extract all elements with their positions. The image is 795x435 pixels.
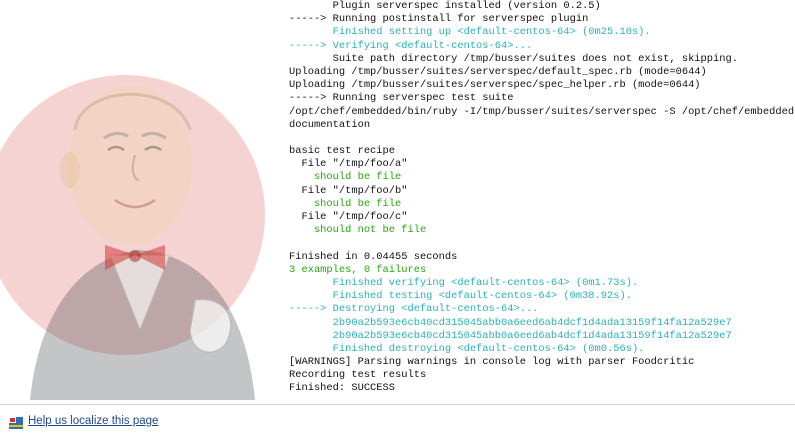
console-log: Plugin serverspec installed (version 0.2… <box>289 0 795 396</box>
page-footer: Help us localize this page <box>0 404 795 435</box>
console-line: Finished testing <default-centos-64> (0m… <box>289 290 632 303</box>
console-line: Finished: SUCCESS <box>289 382 396 395</box>
console-line: Finished in 0.04455 seconds <box>289 250 458 263</box>
console-line: Recording test results <box>289 369 427 382</box>
console-line: -----> Running serverspec test suite <box>289 92 514 105</box>
console-line: Suite path directory /tmp/busser/suites … <box>289 52 738 65</box>
console-line: basic test recipe <box>289 145 396 158</box>
console-line: should be file <box>289 197 402 210</box>
console-line: documentation <box>289 118 371 131</box>
console-output: Plugin serverspec installed (version 0.2… <box>289 0 795 400</box>
console-line: File "/tmp/foo/c" <box>289 211 408 223</box>
console-line: Uploading /tmp/busser/suites/serverspec/… <box>289 65 707 78</box>
help-localize-link[interactable]: Help us localize this page <box>28 415 158 427</box>
console-line: Plugin serverspec installed (version 0.2… <box>289 0 601 12</box>
console-line: -----> Verifying <default-centos-64>... <box>289 39 533 52</box>
console-line: 2b90a2b593e6cb40cd315045abb0a6eed6ab4dcf… <box>289 316 732 329</box>
jenkins-butler-logo <box>0 0 290 400</box>
flag-icon <box>9 417 23 429</box>
console-line: [WARNINGS] Parsing warnings in console l… <box>289 356 695 369</box>
console-line: -----> Destroying <default-centos-64>... <box>289 303 539 316</box>
console-line: should be file <box>289 171 402 184</box>
console-line: /opt/chef/embedded/bin/ruby -I/tmp/busse… <box>289 105 795 118</box>
console-line: Finished verifying <default-centos-64> (… <box>289 276 639 289</box>
console-line: File "/tmp/foo/a" <box>289 158 408 171</box>
jenkins-butler-icon <box>0 75 265 400</box>
console-line: should not be file <box>289 224 427 237</box>
console-line: 2b90a2b593e6cb40cd315045abb0a6eed6ab4dcf… <box>289 329 732 342</box>
console-line: -----> Running postinstall for serverspe… <box>289 13 589 26</box>
console-line: Finished setting up <default-centos-64> … <box>289 26 651 39</box>
console-line: Finished destroying <default-centos-64> … <box>289 342 645 355</box>
console-line: 3 examples, 0 failures <box>289 263 427 276</box>
console-line: Uploading /tmp/busser/suites/serverspec/… <box>289 79 701 92</box>
console-line: File "/tmp/foo/b" <box>289 184 408 197</box>
